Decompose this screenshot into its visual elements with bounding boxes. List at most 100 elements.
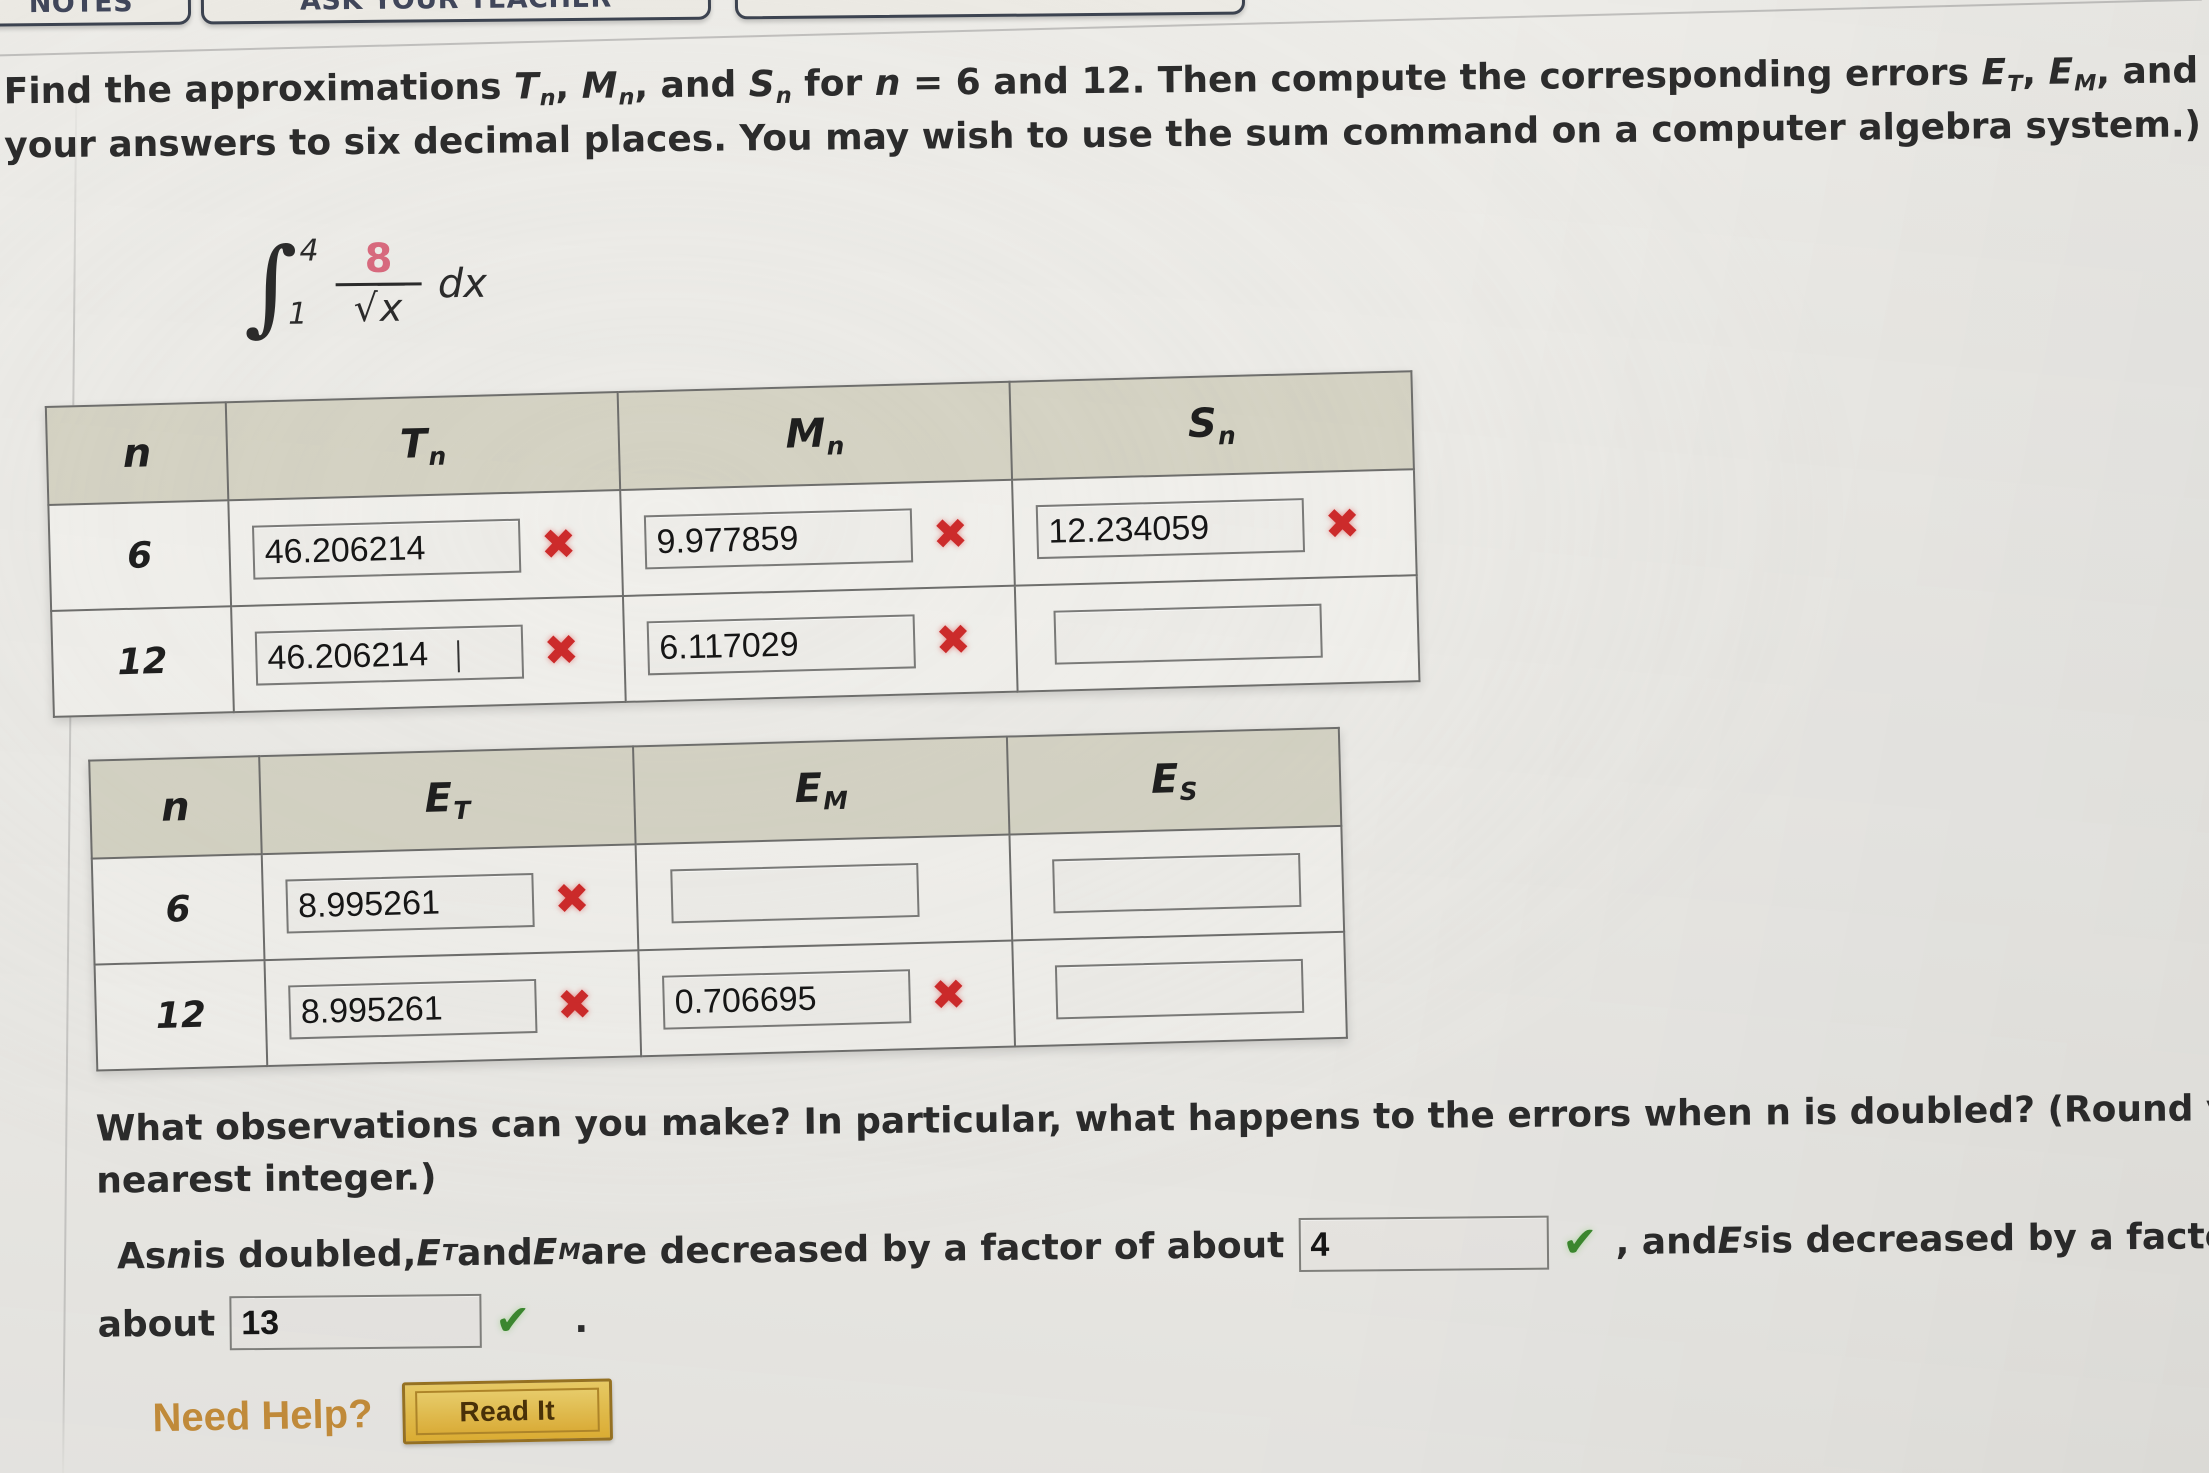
- differential: dx: [437, 260, 488, 308]
- symbol-T: T: [513, 66, 539, 108]
- content-left-rule: [61, 67, 78, 1473]
- answer-text-2: is doubled,: [191, 1233, 417, 1277]
- input-Tn-12[interactable]: 46.206214: [254, 624, 525, 686]
- question-prompt: Find the approximations Tn, Mn, and Sn f…: [4, 45, 2209, 172]
- input-ET-12[interactable]: 8.995261: [288, 978, 538, 1040]
- integrand-fraction: 8 √x: [335, 235, 422, 332]
- symbol-ES: E: [1717, 1220, 1743, 1262]
- practice-another-button[interactable]: [734, 0, 1246, 20]
- cell-ET-12: 8.995261 ✖: [264, 950, 642, 1067]
- header-Mn: Mn: [617, 381, 1013, 491]
- integral-limits: 4 1: [288, 233, 326, 333]
- header-Sn: Sn: [1009, 371, 1414, 480]
- radicand: x: [377, 283, 405, 330]
- input-factor-ET-EM[interactable]: 4: [1298, 1215, 1549, 1273]
- cell-ES-6: [1009, 825, 1345, 941]
- need-help-section: Need Help? Read It: [152, 1378, 613, 1449]
- prompt-sep-4: , and: [2096, 50, 2209, 93]
- status-icon-incorrect: ✖: [553, 873, 591, 924]
- input-Tn-6[interactable]: 46.206214: [251, 518, 522, 580]
- observations-question: What observations can you make? In parti…: [95, 1082, 2209, 1207]
- cell-Sn-6: 12.234059 ✖: [1012, 469, 1417, 586]
- symbol-ES-sub: S: [1742, 1227, 1760, 1254]
- symbol-EM: E: [532, 1231, 558, 1273]
- factor-answer-line-2: about 13 ✔ .: [97, 1293, 588, 1352]
- cell-Tn-12: 46.206214 ✖: [231, 595, 626, 713]
- cell-Sn-12: [1014, 575, 1420, 692]
- about-label: about: [97, 1302, 216, 1346]
- input-Mn-12[interactable]: 6.117029: [646, 614, 916, 676]
- sentence-period: .: [574, 1299, 589, 1341]
- status-icon-correct: ✔: [494, 1295, 531, 1345]
- status-icon-incorrect: ✖: [930, 969, 967, 1020]
- row-n-value: 12: [94, 960, 268, 1071]
- symbol-n: n: [874, 62, 901, 105]
- answer-text-1: As: [116, 1235, 167, 1277]
- input-EM-12[interactable]: 0.706695: [662, 969, 912, 1030]
- symbol-ET: E: [416, 1232, 442, 1275]
- prompt-sep-3: ,: [2022, 51, 2049, 94]
- symbol-ET: E: [1981, 52, 2007, 94]
- input-ES-12[interactable]: [1054, 958, 1305, 1020]
- symbol-EM-sub: M: [558, 1238, 581, 1266]
- input-Sn-6[interactable]: 12.234059: [1035, 498, 1306, 560]
- input-Mn-6[interactable]: 9.977859: [643, 508, 914, 570]
- cell-ES-12: [1012, 931, 1347, 1047]
- ask-your-teacher-button[interactable]: ASK YOUR TEACHER: [200, 0, 712, 25]
- integral-lower-limit: 1: [287, 296, 308, 332]
- symbol-ET-sub: T: [441, 1240, 458, 1267]
- status-icon-incorrect: ✖: [556, 979, 593, 1030]
- cell-ET-6: 8.995261 ✖: [261, 844, 639, 961]
- input-factor-ES[interactable]: 13: [228, 1293, 482, 1351]
- symbol-ET-sub: T: [2007, 71, 2023, 98]
- header-ET: ET: [259, 746, 636, 855]
- prompt-sep-1: ,: [555, 65, 582, 108]
- status-icon-incorrect: ✖: [932, 508, 969, 559]
- prompt-text-3: = 6 and 12. Then compute the correspondi…: [900, 52, 1982, 104]
- answer-text-5: , and: [1615, 1220, 1718, 1263]
- radical-icon: √: [353, 285, 379, 331]
- prompt-line-2: your answers to six decimal places. You …: [4, 104, 2202, 167]
- input-Sn-12[interactable]: [1053, 603, 1323, 665]
- header-n: n: [45, 402, 229, 505]
- assignment-page: NOTES ASK YOUR TEACHER Find the approxim…: [0, 0, 2209, 1473]
- status-icon-incorrect: ✖: [1324, 498, 1361, 549]
- status-icon-none: [1340, 629, 1380, 630]
- prompt-sep-2: , and: [634, 64, 749, 107]
- cell-EM-6: [635, 834, 1013, 951]
- symbol-T-sub: n: [539, 85, 556, 112]
- status-icon-incorrect: ✖: [934, 614, 972, 665]
- header-n: n: [89, 756, 262, 859]
- cell-Tn-6: 46.206214 ✖: [228, 490, 623, 607]
- factor-answer-line-1: As n is doubled, ET and EM are decreased…: [117, 1208, 2209, 1283]
- symbol-S: S: [748, 64, 775, 106]
- symbol-EM-sub: M: [2074, 70, 2097, 97]
- cell-Mn-6: 9.977859 ✖: [620, 479, 1015, 596]
- header-Tn: Tn: [225, 392, 621, 501]
- symbol-M: M: [581, 65, 618, 107]
- input-EM-6[interactable]: [670, 862, 920, 924]
- row-n-value: 6: [91, 854, 265, 965]
- status-icon-incorrect: ✖: [540, 519, 577, 570]
- fraction-denominator: √x: [353, 283, 405, 331]
- row-n-value: 6: [48, 500, 232, 611]
- notes-button[interactable]: NOTES: [0, 0, 192, 27]
- input-ET-6[interactable]: 8.995261: [285, 873, 535, 934]
- input-ES-6[interactable]: [1052, 852, 1302, 914]
- header-ES: ES: [1006, 727, 1342, 835]
- integral-upper-limit: 4: [299, 233, 319, 269]
- symbol-n: n: [166, 1235, 193, 1277]
- need-help-label: Need Help?: [152, 1391, 373, 1440]
- cell-Mn-12: 6.117029 ✖: [622, 585, 1018, 702]
- answer-text-4: are decreased by a factor of about: [580, 1224, 1285, 1273]
- symbol-M-sub: n: [618, 84, 635, 111]
- fraction-numerator: 8: [364, 235, 393, 283]
- read-it-button[interactable]: Read It: [401, 1378, 613, 1445]
- read-it-button-label: Read It: [415, 1387, 600, 1436]
- symbol-EM: E: [2048, 51, 2074, 93]
- integral-expression: ∫ 4 1 8 √x dx: [243, 224, 488, 347]
- answer-text-3: and: [456, 1231, 534, 1274]
- status-icon-none: [937, 888, 977, 889]
- prompt-text-1: Find the approximations: [3, 66, 515, 113]
- approximations-table: n Tn Mn Sn 6 46.206214 ✖ 9.977859 ✖ 12.2…: [44, 370, 1421, 718]
